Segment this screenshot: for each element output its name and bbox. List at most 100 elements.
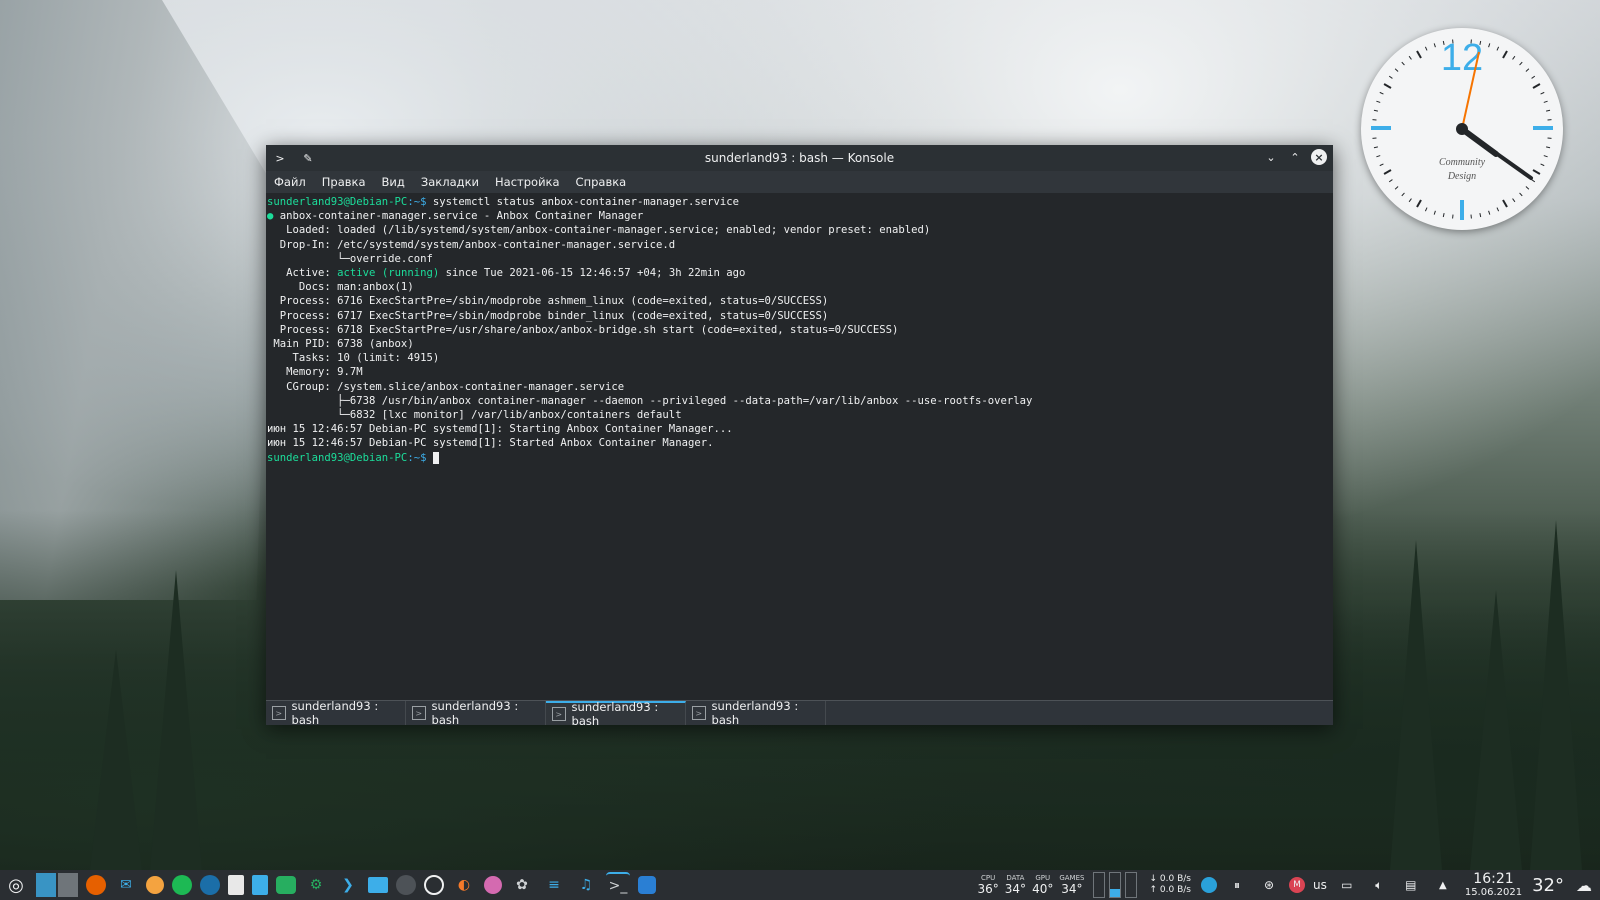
sensor-gpu: GPU 40° [1032, 874, 1054, 896]
clock-tick [1373, 109, 1378, 112]
terminal-icon: > [272, 706, 286, 720]
firefox-icon[interactable] [86, 875, 106, 895]
taskbar: ◎ ✉ ⚙ ❯ ◐ ✿ ≡ ♫ >_ CPU 36° DATA 34° GPU 40°… [0, 870, 1600, 900]
weather-icon[interactable]: ☁ [1572, 873, 1596, 897]
clock-face: 12 Community Design [1371, 37, 1553, 220]
maximize-button[interactable]: ⌃ [1287, 149, 1303, 165]
menu-edit[interactable]: Правка [322, 175, 366, 189]
clock-tick [1383, 169, 1392, 175]
expand-tray-icon[interactable]: ▲ [1431, 873, 1455, 897]
ubuntu-icon[interactable] [146, 876, 164, 894]
menu-file[interactable]: Файл [274, 175, 306, 189]
text-editor-icon[interactable] [228, 875, 244, 895]
digital-clock[interactable]: 16:21 15.06.2021 [1465, 872, 1522, 899]
mail-notify-icon[interactable]: M [1288, 877, 1305, 893]
terminal-line: ● anbox-container-manager.service - Anbo… [267, 210, 644, 223]
mixer-icon[interactable]: ≡ [542, 873, 566, 897]
clock-tick [1401, 192, 1405, 197]
vscode-icon[interactable]: ❯ [336, 873, 360, 897]
clock-tick [1496, 46, 1500, 51]
gimp-icon[interactable]: ✿ [510, 873, 534, 897]
prompt-path: :~$ [407, 451, 427, 464]
clipboard-icon[interactable]: ▤ [1399, 873, 1423, 897]
tab-2[interactable]: > sunderland93 : bash [406, 699, 546, 727]
blender-icon[interactable]: ◐ [452, 873, 476, 897]
mail-icon[interactable]: ✉ [114, 873, 138, 897]
terminal-line: Tasks: 10 (limit: 4915) [267, 352, 440, 365]
clock-tick [1408, 55, 1412, 60]
display-icon[interactable]: ▭ [1335, 873, 1359, 897]
analog-clock-widget[interactable]: 12 Community Design [1361, 28, 1563, 230]
clock-tick [1531, 179, 1536, 183]
menu-bookmarks[interactable]: Закладки [421, 175, 479, 189]
clock-tick [1388, 179, 1393, 183]
clock-tick [1502, 199, 1508, 208]
desktop-1[interactable] [36, 873, 56, 897]
tab-4[interactable]: > sunderland93 : bash [686, 699, 826, 727]
clock-tick [1525, 68, 1530, 72]
keyboard-layout[interactable]: us [1313, 878, 1327, 892]
app-launcher-icon[interactable]: ◎ [4, 873, 28, 897]
clock-tick [1424, 46, 1428, 51]
vpn-icon[interactable]: ⊛ [1257, 873, 1281, 897]
obs-icon[interactable] [424, 875, 444, 895]
clock-tick [1512, 55, 1516, 60]
gnumeric-icon[interactable] [276, 876, 296, 894]
konsole-icon[interactable]: > [272, 150, 288, 166]
tab-1[interactable]: > sunderland93 : bash [266, 699, 406, 727]
terminal-line: Loaded: loaded (/lib/systemd/system/anbo… [267, 224, 931, 237]
terminal-line: Main PID: 6738 (anbox) [267, 338, 414, 351]
clock-tick [1546, 109, 1551, 112]
title-bar[interactable]: > ✎ sunderland93 : bash — Konsole ⌄ ⌃ × [266, 145, 1333, 171]
weather-temperature[interactable]: 32° [1532, 875, 1564, 896]
terminal-line: Drop-In: /etc/systemd/system/anbox-conta… [267, 238, 676, 251]
terminal-line: Process: 6718 ExecStartPre=/usr/share/an… [267, 323, 899, 336]
headphones-icon[interactable]: ♫ [574, 873, 598, 897]
download-arrow-icon: ↓ [1149, 874, 1158, 884]
pin-icon[interactable]: ✎ [300, 150, 316, 166]
desktop-2[interactable] [58, 873, 78, 897]
terminal-icon: > [692, 706, 706, 720]
clock-tick [1376, 100, 1381, 103]
telegram-icon[interactable] [1200, 877, 1217, 893]
pager[interactable] [36, 873, 78, 897]
krita-icon[interactable] [484, 876, 502, 894]
terminal-output[interactable]: sunderland93@Debian-PC:~$ systemctl stat… [266, 193, 1333, 703]
clock-tick [1488, 210, 1491, 215]
tab-3[interactable]: > sunderland93 : bash [546, 700, 686, 728]
konsole-icon[interactable]: >_ [606, 872, 630, 898]
document-icon[interactable] [252, 875, 268, 895]
minimize-button[interactable]: ⌄ [1263, 149, 1279, 165]
clock-tick [1433, 43, 1436, 48]
settings-icon[interactable]: ⚙ [304, 873, 328, 897]
tree [1530, 520, 1582, 870]
volume-icon[interactable]: 🔈︎ [1367, 873, 1391, 897]
steam-icon[interactable] [200, 875, 220, 895]
menu-bar: Файл Правка Вид Закладки Настройка Справ… [266, 171, 1333, 193]
clock-tick [1394, 68, 1399, 72]
close-button[interactable]: × [1311, 149, 1327, 165]
clock-tick [1416, 199, 1422, 208]
konsole-window: > ✎ sunderland93 : bash — Konsole ⌄ ⌃ × … [266, 145, 1333, 728]
command: systemctl status anbox-container-manager… [426, 196, 739, 208]
menu-settings[interactable]: Настройка [495, 175, 560, 189]
menu-help[interactable]: Справка [576, 175, 627, 189]
terminal-icon[interactable] [396, 875, 416, 895]
terminal-icon: > [412, 706, 426, 720]
tree [1390, 540, 1442, 870]
terminal-line: sunderland93@Debian-PC:~$ [267, 451, 1333, 465]
network-speed: ↓ 0.0 B/s ↑ 0.0 B/s [1149, 874, 1191, 895]
spotify-icon[interactable] [172, 875, 192, 895]
files-icon[interactable] [368, 877, 388, 893]
usage-bars [1093, 872, 1138, 898]
terminal-line: июн 15 12:46:57 Debian-PC systemd[1]: St… [267, 437, 714, 450]
terminal-line: sunderland93@Debian-PC:~$ systemctl stat… [267, 195, 1333, 209]
libreoffice-icon[interactable] [638, 876, 656, 894]
terminal-line: CGroup: /system.slice/anbox-container-ma… [267, 380, 625, 393]
menu-view[interactable]: Вид [382, 175, 405, 189]
terminal-line: Process: 6716 ExecStartPre=/sbin/modprob… [267, 295, 829, 308]
clock-tick [1401, 61, 1405, 66]
pause-icon[interactable]: ⏸ [1225, 873, 1249, 897]
terminal-line: Memory: 9.7M [267, 366, 363, 379]
tree [150, 570, 202, 870]
